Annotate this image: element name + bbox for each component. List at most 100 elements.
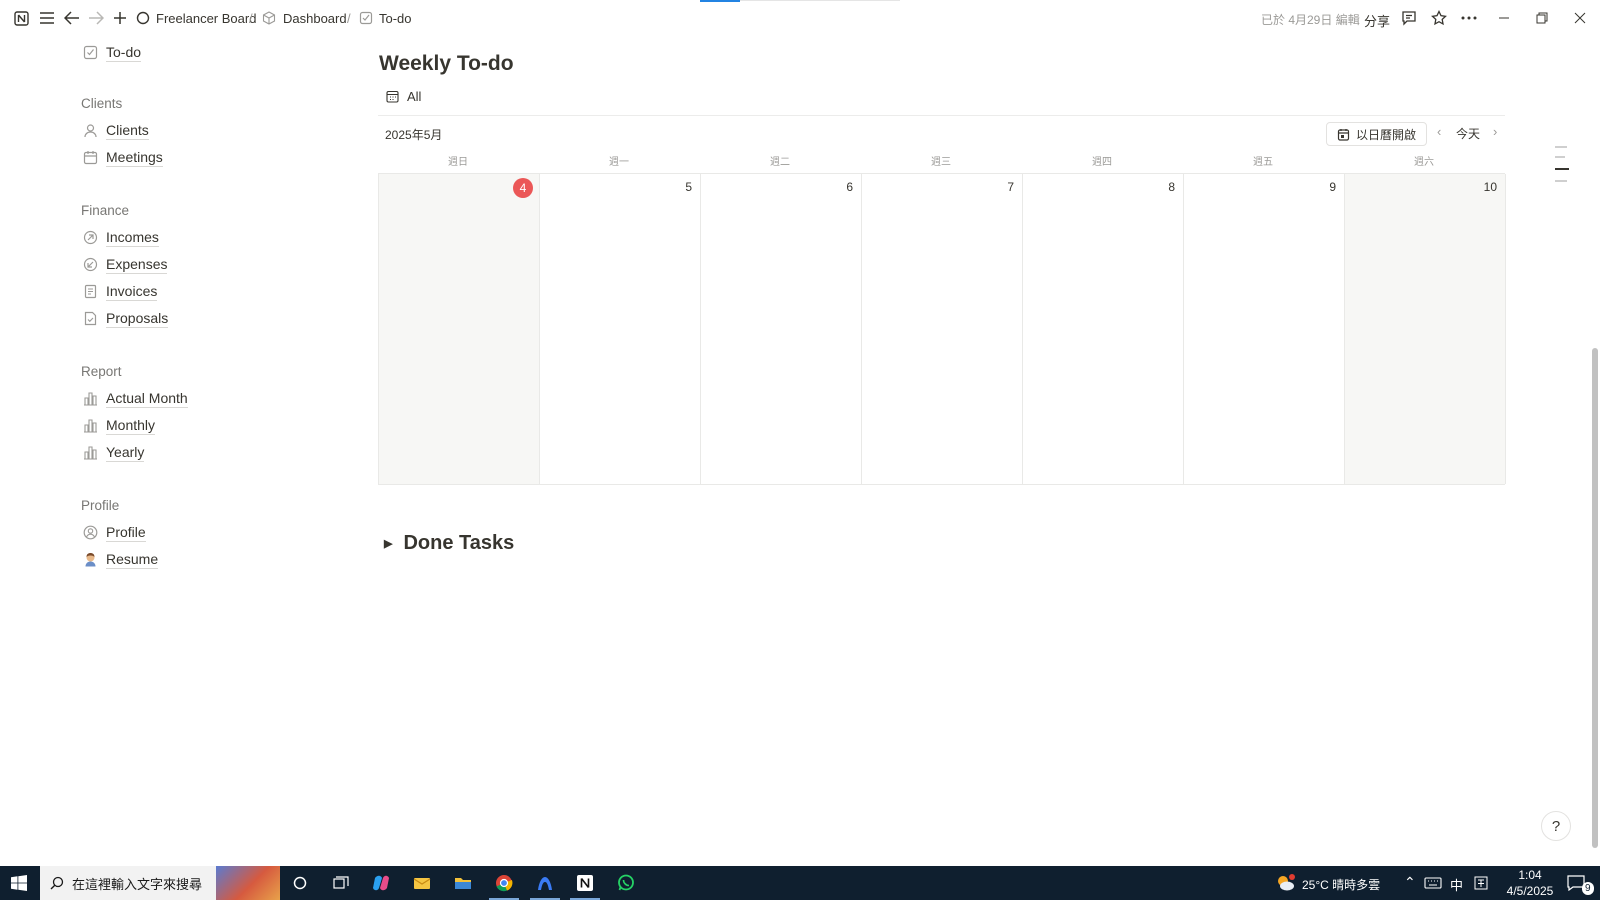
sidebar-item-meetings[interactable]: Meetings (81, 146, 163, 168)
clock-time[interactable]: 1:04 (1513, 868, 1547, 882)
view-tab-label: All (407, 89, 422, 104)
sidebar-item-label: To-do (106, 43, 142, 62)
today-button[interactable]: 今天 (1456, 125, 1480, 142)
breadcrumb-item-dashboard[interactable]: Dashboard (283, 11, 347, 26)
weather-text[interactable]: 25°C 晴時多雲 (1302, 876, 1380, 893)
sidebar-item-label: Incomes (106, 228, 159, 247)
calendar-day-cell[interactable]: 10 (1344, 174, 1506, 484)
title-bar: Freelancer Board / Dashboard / To-do 已於 … (0, 0, 1600, 36)
done-tasks-toggle[interactable]: ▶ Done Tasks (384, 532, 514, 555)
forward-arrow-icon[interactable] (87, 9, 105, 27)
sidebar-item-label: Profile (106, 523, 146, 542)
weekday-header: 週一 (609, 157, 629, 168)
calendar-week-grid: 4 5 6 7 8 9 10 (378, 173, 1506, 485)
view-divider (378, 115, 1505, 116)
person-icon (81, 121, 99, 139)
open-in-calendar-label: 以日曆開啟 (1356, 127, 1417, 142)
sidebar-item-yearly[interactable]: Yearly (81, 441, 145, 463)
notion-app-icon[interactable] (575, 873, 595, 893)
tab-indicator-track (740, 0, 900, 1)
more-options-icon[interactable] (1460, 9, 1478, 27)
calendar-day-cell[interactable]: 6 (700, 174, 861, 484)
sidebar-item-expenses[interactable]: Expenses (81, 253, 168, 275)
next-week-icon[interactable]: › (1493, 124, 1497, 139)
calendar-day-cell[interactable]: 4 (378, 174, 539, 484)
day-number: 5 (685, 180, 692, 194)
scrollbar[interactable] (1588, 38, 1600, 866)
calendar-day-cell[interactable]: 8 (1022, 174, 1183, 484)
ime-indicator[interactable]: 中 (1450, 875, 1463, 894)
clock-date[interactable]: 4/5/2025 (1503, 884, 1557, 898)
sidebar-item-invoices[interactable]: Invoices (81, 280, 158, 302)
weekday-header: 週六 (1414, 157, 1434, 168)
keyboard-icon[interactable] (1423, 873, 1443, 893)
notification-count-badge: 9 (1582, 882, 1594, 895)
calendar-day-cell[interactable]: 5 (539, 174, 700, 484)
windows-start-icon[interactable] (9, 873, 29, 893)
sidebar-item-profile[interactable]: Profile (81, 521, 146, 543)
comment-icon[interactable] (1400, 9, 1418, 27)
new-page-plus-icon[interactable] (111, 9, 129, 27)
toggle-triangle-icon[interactable]: ▶ (384, 537, 392, 550)
sidebar-item-label: Yearly (106, 443, 145, 462)
cube-icon (260, 9, 278, 27)
outline-mark[interactable] (1555, 156, 1565, 158)
open-in-calendar-button[interactable]: 以日曆開啟 (1326, 122, 1428, 146)
arrow-down-circle-icon (81, 255, 99, 273)
chrome-icon[interactable] (494, 873, 514, 893)
sidebar-item-label: Invoices (106, 282, 158, 301)
file-explorer-icon[interactable] (453, 873, 473, 893)
whatsapp-icon[interactable] (616, 873, 636, 893)
calendar-day-cell[interactable]: 7 (861, 174, 1022, 484)
breadcrumb-item-freelancer-board[interactable]: Freelancer Board (156, 11, 256, 26)
scrollbar-thumb[interactable] (1592, 348, 1598, 848)
page-title: Weekly To-do (379, 52, 514, 75)
outline-mark[interactable] (1555, 168, 1569, 170)
input-mode-icon[interactable] (1471, 873, 1491, 893)
weather-icon[interactable] (1276, 873, 1296, 893)
cortana-icon[interactable] (290, 873, 310, 893)
bar-chart-icon (81, 443, 99, 461)
view-tab-all[interactable]: All (386, 89, 421, 104)
chevron-up-icon[interactable]: ⌃ (1404, 874, 1416, 891)
close-icon[interactable] (1571, 9, 1589, 27)
day-number: 9 (1329, 180, 1336, 194)
prev-week-icon[interactable]: ‹ (1437, 124, 1441, 139)
sidebar-item-clients[interactable]: Clients (81, 119, 149, 141)
sidebar-item-to-do[interactable]: To-do (81, 41, 142, 63)
sidebar-item-incomes[interactable]: Incomes (81, 226, 159, 248)
tab-indicator (700, 0, 740, 2)
day-number: 10 (1483, 180, 1497, 194)
restore-icon[interactable] (1533, 9, 1551, 27)
outline-mark[interactable] (1555, 180, 1567, 182)
copilot-icon[interactable] (371, 873, 391, 893)
checkbox-icon (357, 9, 375, 27)
menu-icon[interactable] (38, 9, 56, 27)
outline-mark[interactable] (1555, 146, 1567, 148)
back-arrow-icon[interactable] (63, 9, 81, 27)
weekday-header: 週五 (1253, 157, 1273, 168)
sidebar-item-proposals[interactable]: Proposals (81, 307, 169, 329)
star-icon[interactable] (1430, 9, 1448, 27)
sidebar-item-monthly[interactable]: Monthly (81, 414, 156, 436)
day-number: 6 (846, 180, 853, 194)
calendar-day-cell[interactable]: 9 (1183, 174, 1344, 484)
task-view-icon[interactable] (331, 873, 351, 893)
sidebar-item-label: Meetings (106, 148, 163, 167)
sidebar-item-resume[interactable]: Resume (81, 548, 159, 570)
notion-logo-icon[interactable] (12, 9, 30, 27)
help-question-icon[interactable]: ? (1541, 811, 1571, 841)
arc-browser-icon[interactable] (535, 873, 555, 893)
breadcrumb-item-to-do[interactable]: To-do (379, 11, 412, 26)
mail-app-icon[interactable] (412, 873, 432, 893)
taskbar-search-box[interactable]: 在這裡輸入文字來搜尋 (40, 866, 280, 900)
share-button[interactable]: 分享 (1364, 11, 1390, 30)
weekday-header: 週三 (931, 157, 951, 168)
weekday-header: 週日 (448, 157, 468, 168)
minimize-icon[interactable] (1495, 9, 1513, 27)
bar-chart-icon (81, 389, 99, 407)
sidebar-item-label: Clients (106, 121, 149, 140)
sidebar-item-label: Actual Month (106, 389, 188, 408)
checkbox-icon (81, 43, 99, 61)
sidebar-item-actual-month[interactable]: Actual Month (81, 387, 188, 409)
